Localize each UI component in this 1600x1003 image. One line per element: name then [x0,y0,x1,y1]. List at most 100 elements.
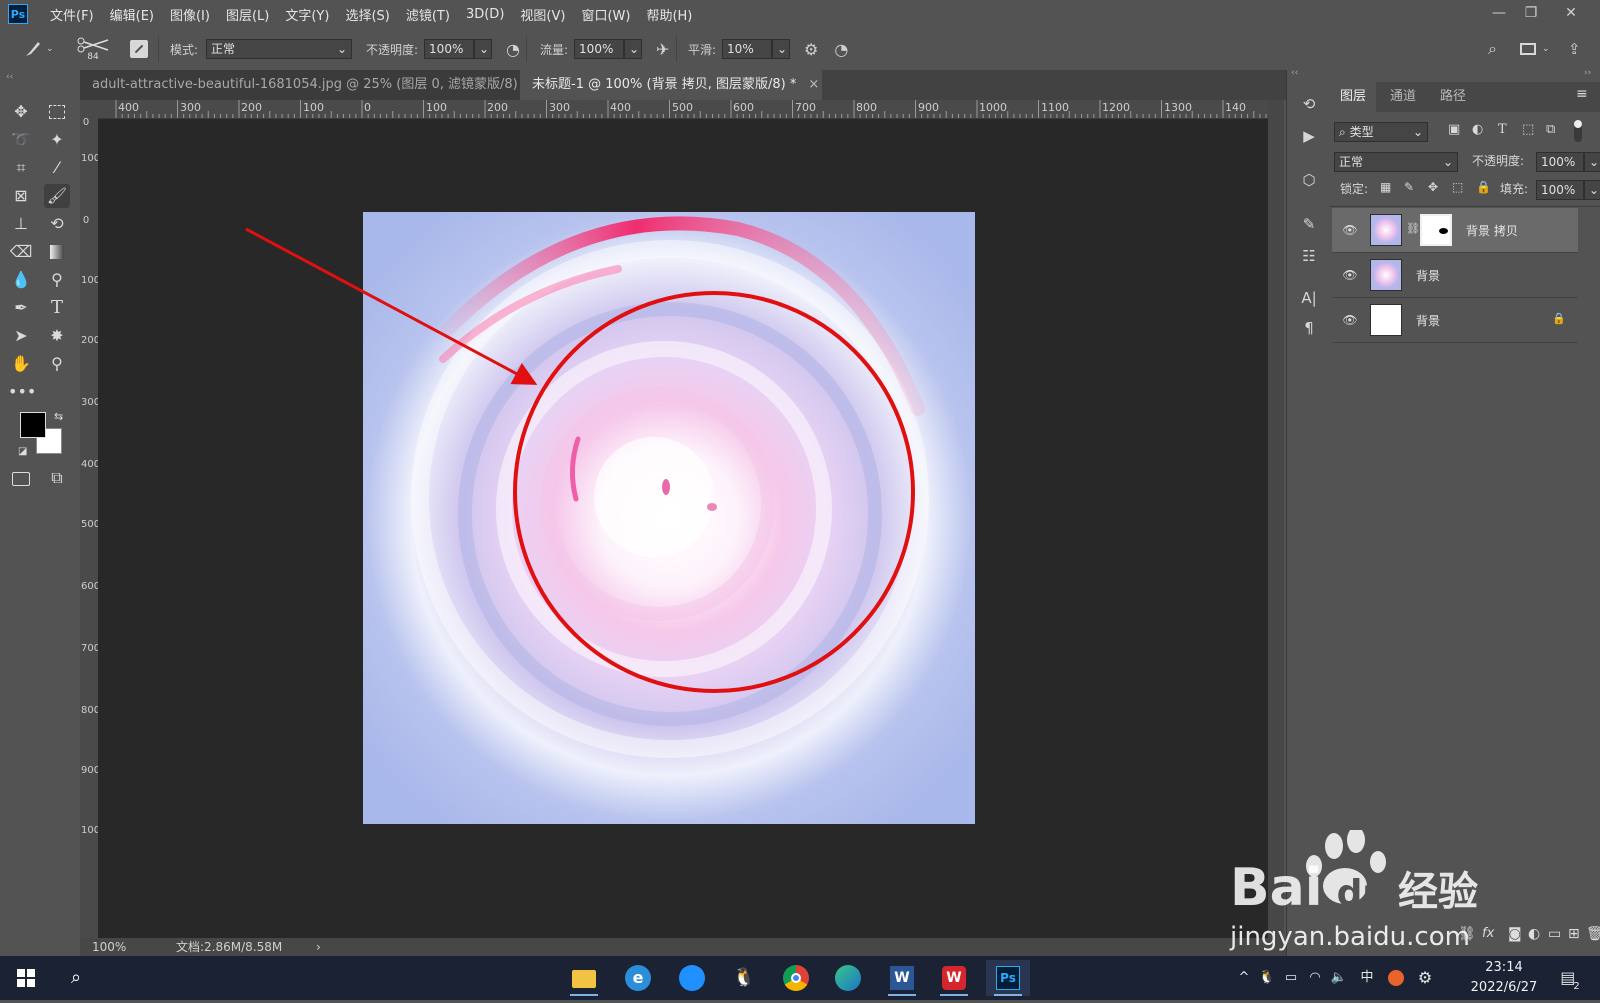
history-panel-icon[interactable]: ⟲ [1297,92,1321,116]
vertical-scrollbar[interactable] [1268,100,1284,938]
clock[interactable]: 23:14 2022/6/27 [1462,958,1546,998]
layer-mask-thumbnail[interactable] [1420,214,1452,246]
panel-menu-icon[interactable]: ≡ [1576,86,1588,102]
blend-mode-select[interactable]: 正常 ⌄ [1334,152,1458,172]
paragraph-panel-icon[interactable]: ¶ [1297,316,1321,340]
lock-transparency-icon[interactable]: ▦ [1380,180,1391,194]
move-tool-icon[interactable]: ✥ [8,100,34,124]
adjustment-filter-icon[interactable]: ◐ [1472,122,1483,137]
ie-browser-icon[interactable]: e [616,960,660,996]
actions-play-icon[interactable]: ▶ [1297,124,1321,148]
3d-panel-icon[interactable]: ⬡ [1297,168,1321,192]
pixel-filter-icon[interactable]: ▣ [1448,122,1460,137]
fill-input[interactable]: 100% [1536,180,1584,200]
lock-position-icon[interactable]: ✥ [1428,180,1438,194]
chevron-down-icon[interactable]: ⌄ [1584,180,1600,200]
frame-tool-icon[interactable]: ⊠ [8,184,34,208]
swap-colors-icon[interactable]: ⇆ [54,410,63,423]
history-brush-icon[interactable]: ⟲ [44,212,70,236]
ime-indicator[interactable]: 中 [1356,956,1378,1000]
menu-filter[interactable]: 滤镜(T) [398,5,458,24]
search-icon[interactable]: ⌕ [54,960,98,996]
path-selection-icon[interactable]: ➤ [8,324,34,348]
gear-icon[interactable]: ⚙ [804,40,818,59]
chrome-icon[interactable] [774,960,818,996]
tab-layers[interactable]: 图层 [1330,82,1377,112]
file-explorer-icon[interactable] [562,960,606,996]
lock-all-icon[interactable]: 🔒 [1476,180,1491,194]
shape-tool-icon[interactable]: ✸ [44,324,70,348]
filter-toggle[interactable] [1574,120,1582,142]
eyedropper-tool-icon[interactable]: ⁄ [44,156,70,180]
document-canvas[interactable] [98,119,1268,938]
menu-select[interactable]: 选择(S) [337,5,397,24]
lasso-tool-icon[interactable]: ➰ [8,128,34,152]
gear-icon[interactable]: ⚙ [1414,956,1436,1000]
stamp-tool-icon[interactable]: ⊥ [8,212,34,236]
layer-row-background-copy[interactable]: 👁 ⛓ 背景 拷贝 [1332,208,1578,253]
search-icon[interactable]: ⌕ [1488,28,1497,70]
menu-layer[interactable]: 图层(L) [218,5,277,24]
crop-tool-icon[interactable]: ⌗ [8,156,34,180]
menu-window[interactable]: 窗口(W) [573,5,638,24]
link-layers-icon[interactable]: ⛓ [1458,926,1476,942]
eraser-tool-icon[interactable]: ⌫ [8,240,34,264]
layer-filter-select[interactable]: ⌕ 类型 ⌄ [1334,122,1428,142]
close-tab-icon[interactable]: × [808,77,819,92]
canvas-area[interactable] [98,119,1268,938]
new-adjustment-icon[interactable]: ◐ [1528,926,1540,942]
new-layer-icon[interactable]: ⊞ [1568,926,1580,942]
tab-paths[interactable]: 路径 [1430,82,1476,112]
layer-style-icon[interactable]: fx [1482,926,1494,941]
pressure-opacity-icon[interactable]: ◔ [506,40,520,59]
brush-tool-icon[interactable]: ⌄ [22,28,54,70]
expand-icon[interactable]: ›› [1584,68,1591,78]
pen-tool-icon[interactable]: ✒ [8,296,34,320]
notification-center-icon[interactable]: ▤2 [1556,956,1586,1000]
menu-file[interactable]: 文件(F) [42,5,102,24]
wps-icon[interactable]: W [932,960,976,996]
qq-icon[interactable]: 🐧 [722,960,766,996]
mode-select[interactable]: 正常 ⌄ [206,39,353,59]
windows-start-icon[interactable] [4,960,48,996]
airbrush-icon[interactable]: ✈ [656,40,669,59]
opacity-input[interactable]: 100% [424,39,475,59]
chevron-down-icon[interactable]: ⌄ [1584,152,1600,172]
brush-preset-picker[interactable]: 84 [76,28,110,70]
share-icon[interactable]: ⇪ [1568,28,1581,70]
menu-image[interactable]: 图像(I) [162,5,218,24]
link-icon[interactable]: ⛓ [1406,222,1420,235]
menu-edit[interactable]: 编辑(E) [102,5,162,24]
layer-row-background-2[interactable]: 👁 背景 [1332,253,1578,298]
tab-untitled-1[interactable]: 未标题-1 @ 100% (背景 拷贝, 图层蒙版/8) * × [520,70,822,100]
collapse-icon[interactable]: ‹‹ [6,72,13,82]
add-mask-icon[interactable]: ◙ [1508,926,1522,942]
smoothing-input[interactable]: 10% [722,39,773,59]
sogou-input-icon[interactable] [1386,956,1406,1000]
zoom-level[interactable]: 100% [92,938,126,956]
marquee-tool-icon[interactable] [44,100,70,124]
lock-pixels-icon[interactable]: ✎ [1404,180,1414,194]
zoom-tool-icon[interactable]: ⚲ [44,352,70,376]
minimize-icon[interactable]: — [1484,2,1514,24]
blur-tool-icon[interactable]: 💧 [8,268,34,292]
menu-view[interactable]: 视图(V) [512,5,573,24]
restore-icon[interactable]: ❐ [1516,2,1546,24]
status-menu-arrow-icon[interactable]: › [316,938,321,956]
new-group-icon[interactable]: ▭ [1548,926,1561,942]
qq-tray-icon[interactable]: 🐧 [1258,956,1276,1000]
eye-icon[interactable]: 👁 [1342,267,1358,283]
layer-opacity-input[interactable]: 100% [1536,152,1584,172]
photoshop-taskbar-icon[interactable]: Ps [986,960,1030,996]
gradient-tool-icon[interactable] [44,240,70,264]
brush-settings-icon[interactable] [130,28,148,70]
volume-icon[interactable]: 🔈 [1330,956,1348,1000]
shape-filter-icon[interactable]: ⬚ [1522,122,1534,137]
screen-mode-icon[interactable]: ⧉ [44,466,70,490]
hand-tool-icon[interactable]: ✋ [8,352,34,376]
dodge-tool-icon[interactable]: ⚲ [44,268,70,292]
brush-tool-icon[interactable]: 🖌 [44,184,70,208]
tab-adult-attractive[interactable]: adult-attractive-beautiful-1681054.jpg @… [80,70,551,100]
workspace-icon[interactable]: ⌄ [1520,28,1550,70]
type-tool-icon[interactable]: T [44,296,70,320]
